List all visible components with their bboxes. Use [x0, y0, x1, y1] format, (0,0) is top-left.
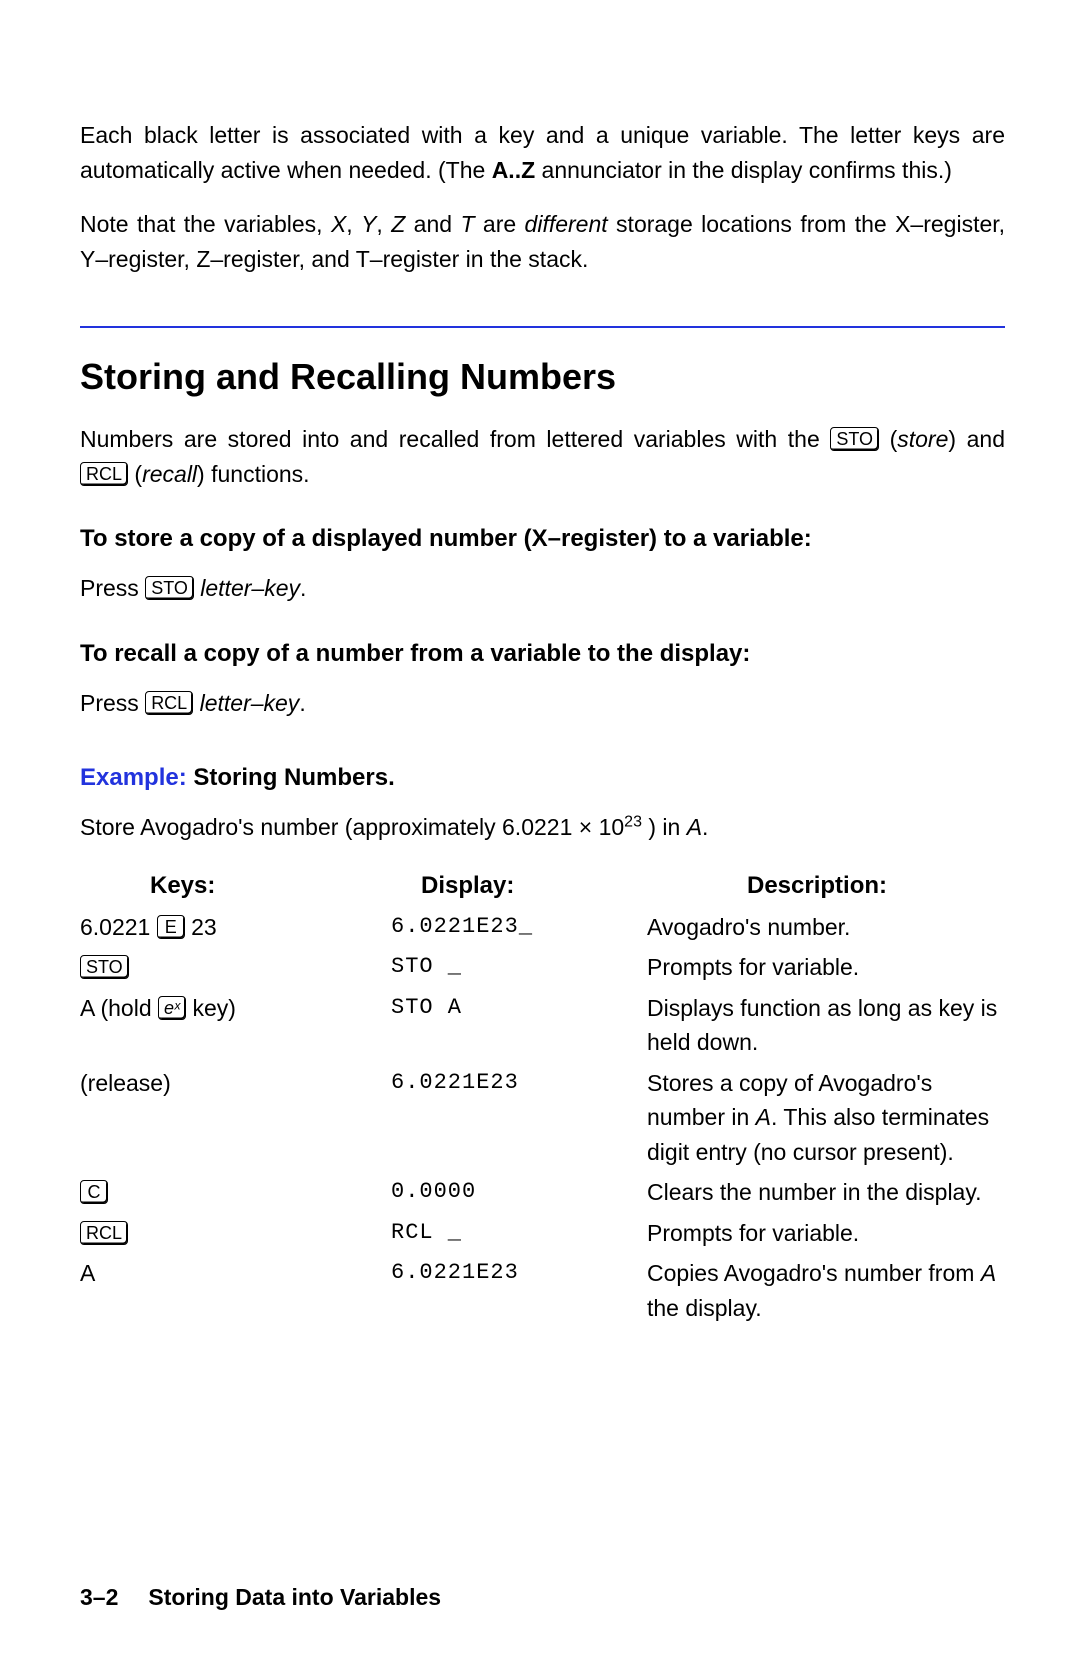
- keys-cell: A (hold eˣ key): [80, 988, 391, 1063]
- desc-cell: Prompts for variable.: [647, 947, 1005, 988]
- e-key-icon: E: [157, 915, 185, 939]
- text: are: [475, 211, 525, 237]
- ex-key-icon: eˣ: [158, 996, 186, 1020]
- desc-cell: Displays function as long as key is held…: [647, 988, 1005, 1063]
- desc-cell: Clears the number in the display.: [647, 1172, 1005, 1213]
- keys-cell: STO: [80, 947, 391, 988]
- text: .: [702, 814, 708, 840]
- display-cell: 6.0221E23: [391, 1253, 647, 1328]
- text: key): [186, 995, 236, 1021]
- table-row: RCL RCL _ Prompts for variable.: [80, 1213, 1005, 1254]
- recall-word: recall: [142, 461, 197, 487]
- text: A (hold: [80, 995, 158, 1021]
- desc-cell: Avogadro's number.: [647, 907, 1005, 948]
- text: ) functions.: [197, 461, 310, 487]
- keys-cell: (release): [80, 1063, 391, 1173]
- text: ,: [346, 211, 361, 237]
- text: Note that the variables,: [80, 211, 331, 237]
- var-a: A: [981, 1260, 996, 1286]
- exponent: 23: [624, 813, 642, 830]
- text: Store Avogadro's number (approximately 6…: [80, 814, 624, 840]
- text: Press: [80, 575, 145, 601]
- text: (: [879, 426, 897, 452]
- page-title: Storing Data into Variables: [148, 1580, 441, 1615]
- section-heading: Storing and Recalling Numbers: [80, 350, 1005, 404]
- col-header-desc: Description:: [647, 865, 1005, 907]
- text: annunciator in the display confirms this…: [535, 157, 952, 183]
- section-divider: [80, 326, 1005, 328]
- subhead-store: To store a copy of a displayed number (X…: [80, 521, 1005, 557]
- text: 23: [185, 914, 217, 940]
- var-x: X: [331, 211, 346, 237]
- different-word: different: [525, 211, 608, 237]
- text: Press: [80, 690, 145, 716]
- desc-cell: Copies Avogadro's number from A the disp…: [647, 1253, 1005, 1328]
- text: ) and: [948, 426, 1005, 452]
- display-cell: 6.0221E23: [391, 1063, 647, 1173]
- text: Copies Avogadro's number from: [647, 1260, 981, 1286]
- text: Numbers are stored into and recalled fro…: [80, 426, 830, 452]
- table-row: 6.0221 E 23 6.0221E23_ Avogadro's number…: [80, 907, 1005, 948]
- var-y: Y: [361, 211, 376, 237]
- desc-cell: Stores a copy of Avogadro's number in A.…: [647, 1063, 1005, 1173]
- text: and: [405, 211, 460, 237]
- annunciator-label: A..Z: [492, 157, 535, 183]
- example-intro: Store Avogadro's number (approximately 6…: [80, 810, 1005, 845]
- table-row: A 6.0221E23 Copies Avogadro's number fro…: [80, 1253, 1005, 1328]
- display-cell: RCL _: [391, 1213, 647, 1254]
- text: .: [299, 690, 305, 716]
- recall-instruction: Press RCL letter–key.: [80, 686, 1005, 721]
- text: (: [128, 461, 142, 487]
- table-row: A (hold eˣ key) STO A Displays function …: [80, 988, 1005, 1063]
- var-z: Z: [391, 211, 405, 237]
- table-row: (release) 6.0221E23 Stores a copy of Avo…: [80, 1063, 1005, 1173]
- rcl-key-icon: RCL: [145, 691, 193, 715]
- example-title: Storing Numbers.: [187, 764, 395, 791]
- text: ,: [376, 211, 391, 237]
- sto-key-icon: STO: [80, 955, 129, 979]
- col-header-display: Display:: [391, 865, 647, 907]
- display-cell: STO A: [391, 988, 647, 1063]
- page-footer: 3–2 Storing Data into Variables: [80, 1580, 441, 1615]
- table-row: C 0.0000 Clears the number in the displa…: [80, 1172, 1005, 1213]
- display-cell: STO _: [391, 947, 647, 988]
- page-number: 3–2: [80, 1580, 118, 1615]
- store-word: store: [897, 426, 948, 452]
- subhead-recall: To recall a copy of a number from a vari…: [80, 636, 1005, 672]
- text: .: [300, 575, 306, 601]
- example-heading: Example: Storing Numbers.: [80, 760, 1005, 796]
- letter-key-text: letter–key: [193, 690, 299, 716]
- display-cell: 0.0000: [391, 1172, 647, 1213]
- sto-key-icon: STO: [830, 427, 879, 451]
- intro-paragraph-2: Note that the variables, X, Y, Z and T a…: [80, 207, 1005, 276]
- text: 6.0221: [80, 914, 157, 940]
- display-cell: 6.0221E23_: [391, 907, 647, 948]
- section-intro: Numbers are stored into and recalled fro…: [80, 422, 1005, 491]
- table-row: STO STO _ Prompts for variable.: [80, 947, 1005, 988]
- var-a: A: [756, 1104, 771, 1130]
- table-header-row: Keys: Display: Description:: [80, 865, 1005, 907]
- intro-paragraph-1: Each black letter is associated with a k…: [80, 118, 1005, 187]
- letter-key-text: letter–key: [194, 575, 300, 601]
- rcl-key-icon: RCL: [80, 462, 128, 486]
- keys-cell: 6.0221 E 23: [80, 907, 391, 948]
- desc-cell: Prompts for variable.: [647, 1213, 1005, 1254]
- keys-cell: A: [80, 1253, 391, 1328]
- keys-cell: RCL: [80, 1213, 391, 1254]
- sto-key-icon: STO: [145, 576, 194, 600]
- rcl-key-icon: RCL: [80, 1221, 128, 1245]
- example-label: Example:: [80, 764, 187, 791]
- c-key-icon: C: [80, 1180, 108, 1204]
- text: the display.: [647, 1295, 762, 1321]
- col-header-keys: Keys:: [80, 865, 391, 907]
- store-instruction: Press STO letter–key.: [80, 571, 1005, 606]
- text: ) in: [642, 814, 687, 840]
- example-table: Keys: Display: Description: 6.0221 E 23 …: [80, 865, 1005, 1329]
- keys-cell: C: [80, 1172, 391, 1213]
- var-t: T: [460, 211, 474, 237]
- var-a: A: [687, 814, 702, 840]
